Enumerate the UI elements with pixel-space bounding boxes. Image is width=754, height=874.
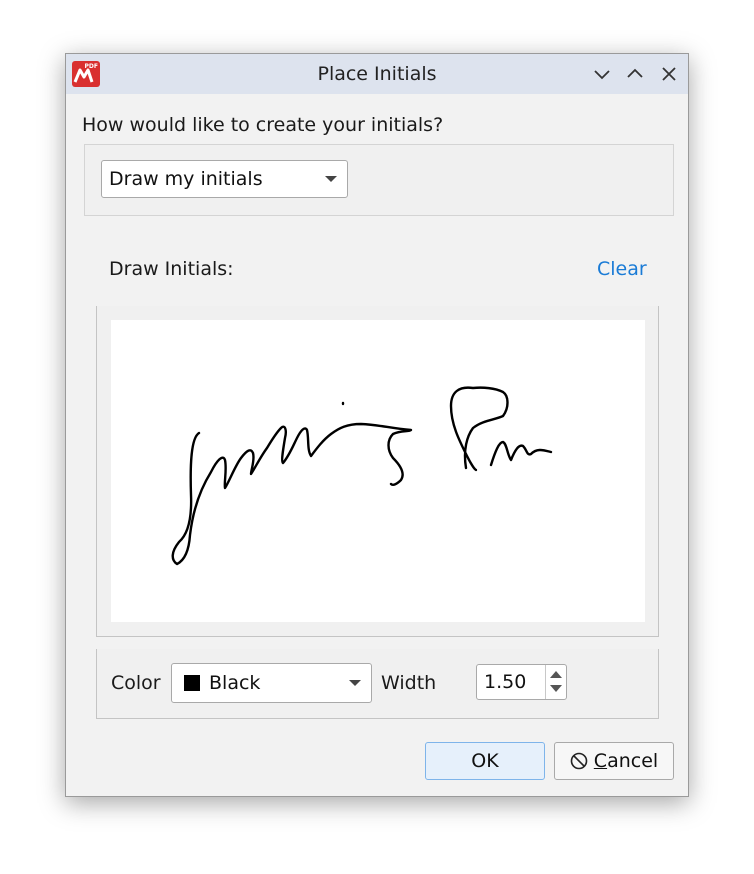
method-select[interactable]: Draw my initials [101,160,348,198]
initials-drawing-canvas[interactable] [111,320,645,622]
ok-button[interactable]: OK [425,742,545,780]
place-initials-dialog: PDF Place Initials How would like to cre… [65,53,689,797]
draw-initials-label: Draw Initials: [109,258,234,280]
cancel-label-rest: ancel [607,750,659,772]
close-button[interactable] [657,62,681,86]
chevron-down-icon [349,680,361,686]
chevron-down-icon [325,176,337,182]
width-stepper[interactable] [545,665,566,699]
color-swatch [184,675,200,691]
color-select-value: Black [209,672,261,694]
method-question-label: How would like to create your initials? [82,114,444,136]
cancel-mnemonic: C [593,750,608,772]
signature-stroke [171,386,553,566]
method-groupbox: Draw my initials [84,144,674,216]
width-spinbox[interactable]: 1.50 [476,664,567,700]
chevron-down-icon [594,70,610,80]
minimize-button[interactable] [590,62,614,86]
width-label: Width [381,672,437,694]
close-icon [662,67,676,81]
color-select[interactable]: Black [171,663,372,703]
title-bar[interactable]: PDF Place Initials [66,54,688,94]
cancel-icon [570,752,588,770]
options-panel: Color Black Width 1.50 [96,649,659,719]
width-value: 1.50 [484,671,527,693]
drawing-area-frame [96,306,659,637]
cancel-button[interactable]: Cancel [554,742,674,780]
clear-link[interactable]: Clear [597,258,647,280]
chevron-up-icon [627,68,643,78]
maximize-button[interactable] [623,62,647,86]
spin-down-icon[interactable] [550,685,562,692]
spin-up-icon[interactable] [550,671,562,678]
method-select-value: Draw my initials [109,168,263,190]
color-label: Color [111,672,161,694]
